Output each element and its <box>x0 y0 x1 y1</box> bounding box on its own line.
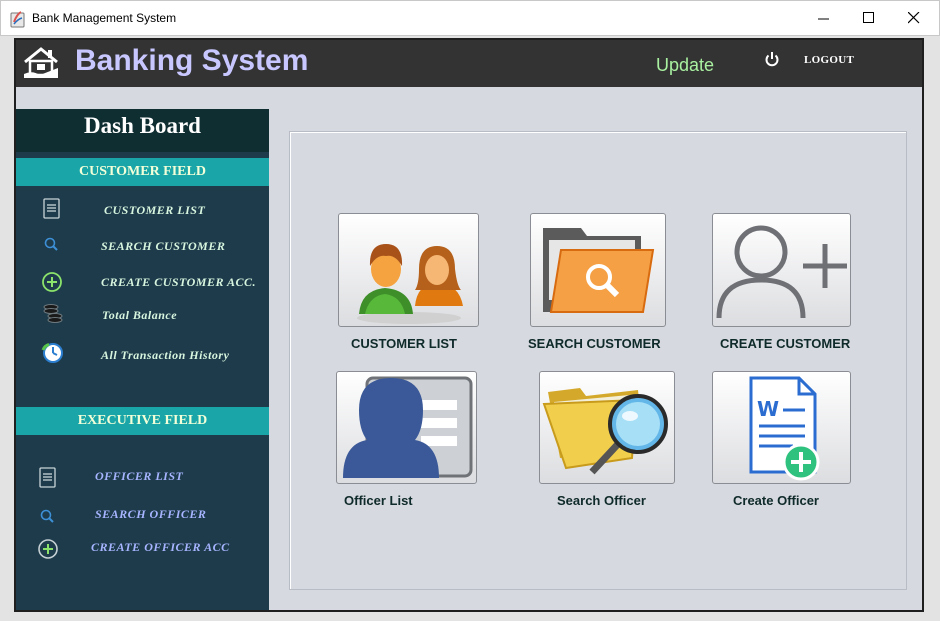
customer-list-button[interactable] <box>338 213 479 327</box>
create-customer-caption: CREATE CUSTOMER <box>720 336 851 351</box>
customer-list-caption: CUSTOMER LIST <box>351 336 457 351</box>
dashboard-title: Dash Board <box>16 109 269 152</box>
sidebar-item-officer-list[interactable]: OFFICER LIST <box>16 464 269 488</box>
search-officer-button[interactable] <box>539 371 675 484</box>
sidebar-item-search-officer[interactable]: SEARCH OFFICER <box>16 502 269 526</box>
customers-icon <box>357 244 463 324</box>
search-officer-caption: Search Officer <box>557 493 646 508</box>
close-icon <box>908 12 920 24</box>
folder-magnifier-icon <box>542 388 668 475</box>
sidebar-item-label: All Transaction History <box>101 348 230 362</box>
sidebar-item-search-customer[interactable]: SEARCH CUSTOMER <box>16 234 269 258</box>
officer-list-caption: Officer List <box>344 493 413 508</box>
window-titlebar: Bank Management System <box>0 0 940 36</box>
sidebar-item-transaction-history[interactable]: All Transaction History <box>16 342 269 366</box>
search-icon <box>40 509 54 523</box>
sidebar-item-label: CREATE OFFICER ACC <box>91 540 230 554</box>
search-customer-caption: SEARCH CUSTOMER <box>528 336 661 351</box>
id-card-icon <box>343 376 473 478</box>
sidebar: Dash Board CUSTOMER FIELD CUSTOMER LIST … <box>16 109 269 610</box>
sidebar-item-label: OFFICER LIST <box>95 469 184 483</box>
svg-text:W: W <box>757 397 779 421</box>
sidebar-item-label: CREATE CUSTOMER ACC. <box>101 275 257 289</box>
customer-section-header: CUSTOMER FIELD <box>16 158 269 186</box>
minimize-icon <box>818 18 829 20</box>
folder-search-icon <box>543 228 655 313</box>
bank-logo-icon <box>24 47 58 78</box>
executive-section-header: EXECUTIVE FIELD <box>16 407 269 435</box>
sidebar-item-label: SEARCH CUSTOMER <box>101 239 226 253</box>
add-circle-icon <box>38 539 58 559</box>
logout-button[interactable]: LOGOUT <box>804 54 854 66</box>
create-officer-caption: Create Officer <box>733 493 819 508</box>
sidebar-item-create-officer[interactable]: CREATE OFFICER ACC <box>16 535 269 559</box>
minimize-button[interactable] <box>801 3 847 33</box>
power-icon[interactable] <box>764 51 780 67</box>
app-icon <box>10 11 25 28</box>
sidebar-item-label: SEARCH OFFICER <box>95 507 207 521</box>
list-icon <box>43 198 60 219</box>
coins-icon <box>43 304 63 323</box>
dashboard-panel <box>289 131 907 590</box>
update-link[interactable]: Update <box>656 55 714 76</box>
sidebar-item-customer-list[interactable]: CUSTOMER LIST <box>16 198 269 222</box>
search-customer-button[interactable] <box>530 213 666 327</box>
officer-list-button[interactable] <box>336 371 477 484</box>
sidebar-item-label: CUSTOMER LIST <box>104 203 206 217</box>
sidebar-item-label: Total Balance <box>102 308 178 322</box>
create-officer-button[interactable]: W <box>712 371 851 484</box>
create-customer-button[interactable] <box>712 213 851 327</box>
add-user-icon <box>716 225 847 319</box>
app-header: Banking System Update LOGOUT <box>16 40 922 87</box>
new-document-icon: W <box>749 376 820 481</box>
add-circle-icon <box>42 272 62 292</box>
list-icon <box>39 467 56 488</box>
search-icon <box>44 237 58 251</box>
sidebar-item-create-customer[interactable]: CREATE CUSTOMER ACC. <box>16 270 269 294</box>
close-button[interactable] <box>891 3 937 33</box>
maximize-icon <box>863 12 874 23</box>
window-title: Bank Management System <box>32 11 177 25</box>
app-brand-title: Banking System <box>75 44 309 77</box>
maximize-button[interactable] <box>846 3 892 33</box>
history-icon <box>41 343 63 363</box>
sidebar-item-total-balance[interactable]: Total Balance <box>16 303 269 327</box>
